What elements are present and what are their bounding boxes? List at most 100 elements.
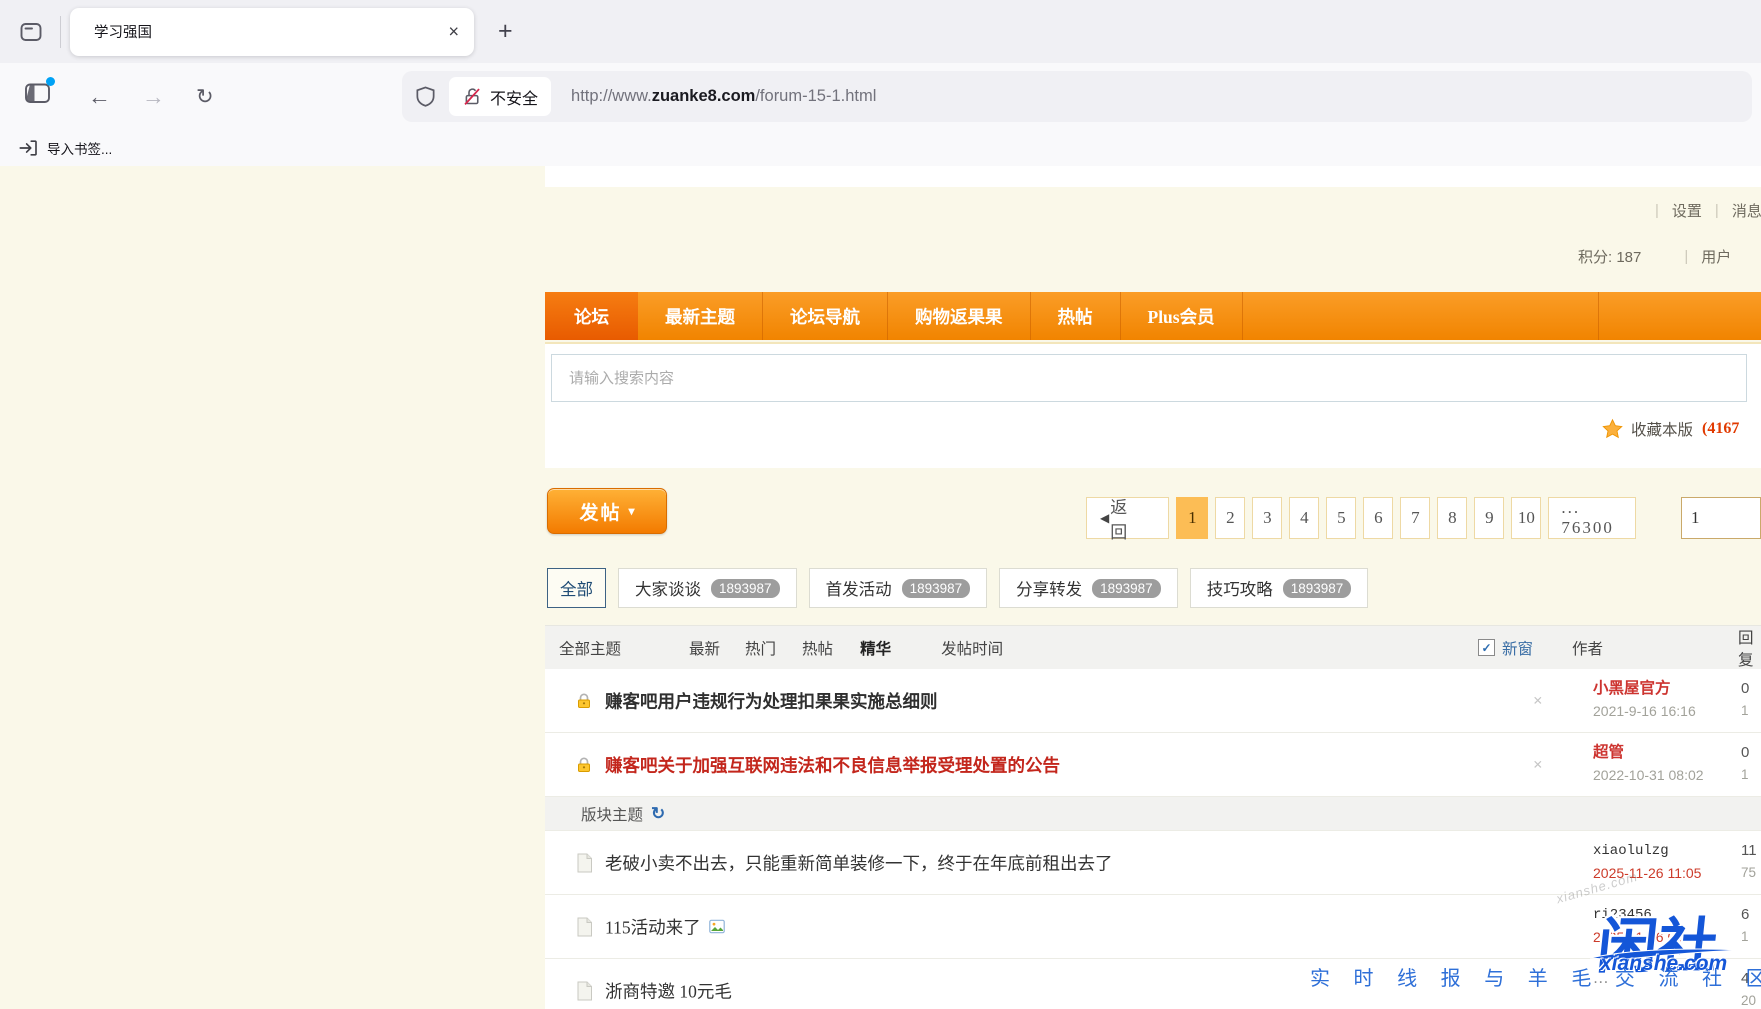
reply-count: 11 <box>1741 840 1757 862</box>
shield-icon[interactable] <box>414 85 437 108</box>
thread-row: 赚客吧用户违规行为处理扣果果实施总细则 × 小黑屋官方 2021-9-16 16… <box>545 669 1761 733</box>
security-chip[interactable]: 不安全 <box>449 77 551 116</box>
thread-title[interactable]: 赚客吧用户违规行为处理扣果果实施总细则 <box>605 688 938 713</box>
caret-down-icon: ▾ <box>628 504 634 519</box>
browser-tab[interactable]: 学习强国 × <box>70 8 474 56</box>
filter-tips[interactable]: 技巧攻略 1893987 <box>1190 568 1369 608</box>
author-link[interactable]: 小黑屋官方 <box>1593 678 1696 700</box>
bookmarks-bar: 导入书签... <box>0 130 1761 167</box>
import-bookmarks-button[interactable]: 导入书签... <box>47 138 112 158</box>
count-badge: 1893987 <box>902 579 971 598</box>
user-link[interactable]: 用户 <box>1701 246 1731 267</box>
nav-item-forum-guide[interactable]: 论坛导航 <box>762 292 887 340</box>
nav-item-latest-topics[interactable]: 最新主题 <box>638 292 762 340</box>
filter-all[interactable]: 全部 <box>547 568 606 608</box>
header-replies: 回复 <box>1738 626 1761 669</box>
messages-link[interactable]: 消息 <box>1732 200 1761 221</box>
document-icon <box>575 980 594 1001</box>
new-post-button[interactable]: 发帖 ▾ <box>547 488 667 534</box>
page-6[interactable]: 6 <box>1363 497 1393 539</box>
thread-title[interactable]: 赚客吧关于加强互联网违法和不良信息举报受理处置的公告 <box>605 752 1060 777</box>
section-strip: 版块主题 ↻ <box>545 797 1761 831</box>
refresh-icon[interactable]: ↻ <box>651 804 665 824</box>
header-hot[interactable]: 热门 <box>745 637 776 659</box>
nav-item-forum[interactable]: 论坛 <box>545 292 638 340</box>
author-link[interactable]: … <box>1593 968 1611 990</box>
new-tab-button[interactable]: + <box>498 19 513 44</box>
board-header: 全部主题 最新 热门 热帖 精华 发帖时间 ✓ 新窗 作者 回复 <box>545 625 1761 669</box>
star-icon <box>1601 418 1624 440</box>
user-toolbar: | 设置 | 消息 <box>1655 200 1761 221</box>
pagination-back-button[interactable]: ◀ 返 回 <box>1086 497 1169 539</box>
nav-item-hot-posts[interactable]: 热帖 <box>1030 292 1120 340</box>
nav-item-plus-member[interactable]: Plus会员 <box>1120 292 1242 340</box>
view-count: 1 <box>1741 926 1749 948</box>
page-10[interactable]: 10 <box>1511 497 1541 539</box>
page-5[interactable]: 5 <box>1326 497 1356 539</box>
thread-title[interactable]: 老破小卖不出去，只能重新简单装修一下，终于在年底前租出去了 <box>605 850 1113 875</box>
header-author: 作者 <box>1572 626 1603 669</box>
dismiss-thread-icon[interactable]: × <box>1533 755 1543 775</box>
filter-first-release[interactable]: 首发活动 1893987 <box>809 568 988 608</box>
user-points-bar: 积分: 187 | 用户 <box>1578 246 1731 267</box>
broken-lock-icon <box>462 86 483 107</box>
thread-title[interactable]: 115活动来了 <box>605 914 725 939</box>
post-date: 2022-10-31 08:02 <box>1593 764 1704 786</box>
firefox-view-button[interactable] <box>13 14 49 50</box>
page-3[interactable]: 3 <box>1252 497 1282 539</box>
page-9[interactable]: 9 <box>1474 497 1504 539</box>
page-8[interactable]: 8 <box>1437 497 1467 539</box>
new-window-checkbox[interactable]: ✓ <box>1478 639 1495 656</box>
author-link[interactable]: 超管 <box>1593 742 1704 764</box>
nav-item-shopping-rebate[interactable]: 购物返果果 <box>887 292 1030 340</box>
close-tab-icon[interactable]: × <box>448 21 459 42</box>
lock-icon <box>575 692 593 710</box>
settings-link[interactable]: 设置 <box>1672 200 1702 221</box>
count-badge: 1893987 <box>1283 579 1352 598</box>
author-link[interactable]: xiaolulzg <box>1593 840 1701 862</box>
search-input[interactable] <box>551 354 1747 402</box>
document-icon <box>575 916 594 937</box>
reply-count: 6 <box>1741 904 1749 926</box>
filter-share[interactable]: 分享转发 1893987 <box>999 568 1178 608</box>
reply-count: 0 <box>1741 678 1749 700</box>
header-digest[interactable]: 精华 <box>860 637 891 659</box>
thread-author-cell: 小黑屋官方 2021-9-16 16:16 <box>1593 678 1696 722</box>
view-count: 20 <box>1741 990 1756 1009</box>
tab-bar: 学习强国 × + <box>0 0 1761 63</box>
count-badge: 1893987 <box>1092 579 1161 598</box>
thread-title[interactable]: 浙商特邀 10元毛 <box>605 978 732 1003</box>
back-button[interactable]: ← <box>88 85 111 108</box>
url-text: http://www.zuanke8.com/forum-15-1.html <box>571 87 876 106</box>
post-date: 2025-11-26 11:05 <box>1593 862 1701 884</box>
thread-row: 老破小卖不出去，只能重新简单装修一下，终于在年底前租出去了 xiaolulzg … <box>545 831 1761 895</box>
pagination: ◀ 返 回 1 2 3 4 5 6 7 8 9 10 ... 76300 <box>1086 496 1761 540</box>
filter-discussion[interactable]: 大家谈谈 1893987 <box>618 568 797 608</box>
page-4[interactable]: 4 <box>1289 497 1319 539</box>
address-bar[interactable]: 不安全 http://www.zuanke8.com/forum-15-1.ht… <box>402 71 1752 122</box>
notification-dot <box>46 77 55 86</box>
thread-author-cell: … <box>1593 968 1611 990</box>
page-1[interactable]: 1 <box>1176 497 1208 539</box>
lock-icon <box>575 756 593 774</box>
thread-row: 115活动来了 ri23456 2025-11-26 09:04 6 1 <box>545 895 1761 959</box>
reload-button[interactable]: ↻ <box>196 86 214 107</box>
nav-fill <box>1598 292 1761 340</box>
header-post-time[interactable]: 发帖时间 <box>941 637 1003 659</box>
page-last[interactable]: ... 76300 <box>1548 497 1636 539</box>
page-2[interactable]: 2 <box>1215 497 1245 539</box>
favorite-label[interactable]: 收藏本版 <box>1631 418 1693 440</box>
header-latest[interactable]: 最新 <box>689 637 720 659</box>
new-window-option[interactable]: ✓ 新窗 <box>1478 626 1533 669</box>
page-jump-input[interactable] <box>1681 497 1761 539</box>
dismiss-thread-icon[interactable]: × <box>1533 691 1543 711</box>
image-attachment-icon <box>709 920 725 934</box>
author-link[interactable]: ri23456 <box>1593 904 1703 926</box>
page-7[interactable]: 7 <box>1400 497 1430 539</box>
favorite-board[interactable]: 收藏本版 (4167 <box>1601 418 1739 440</box>
header-hot-posts[interactable]: 热帖 <box>802 637 833 659</box>
view-count: 75 <box>1741 862 1757 884</box>
web-page: | 设置 | 消息 积分: 187 | 用户 论坛 最新主题 论坛导航 购物返果… <box>0 166 1761 1009</box>
reply-count: 4 <box>1741 968 1756 990</box>
thread-counts: 6 1 <box>1741 904 1749 948</box>
